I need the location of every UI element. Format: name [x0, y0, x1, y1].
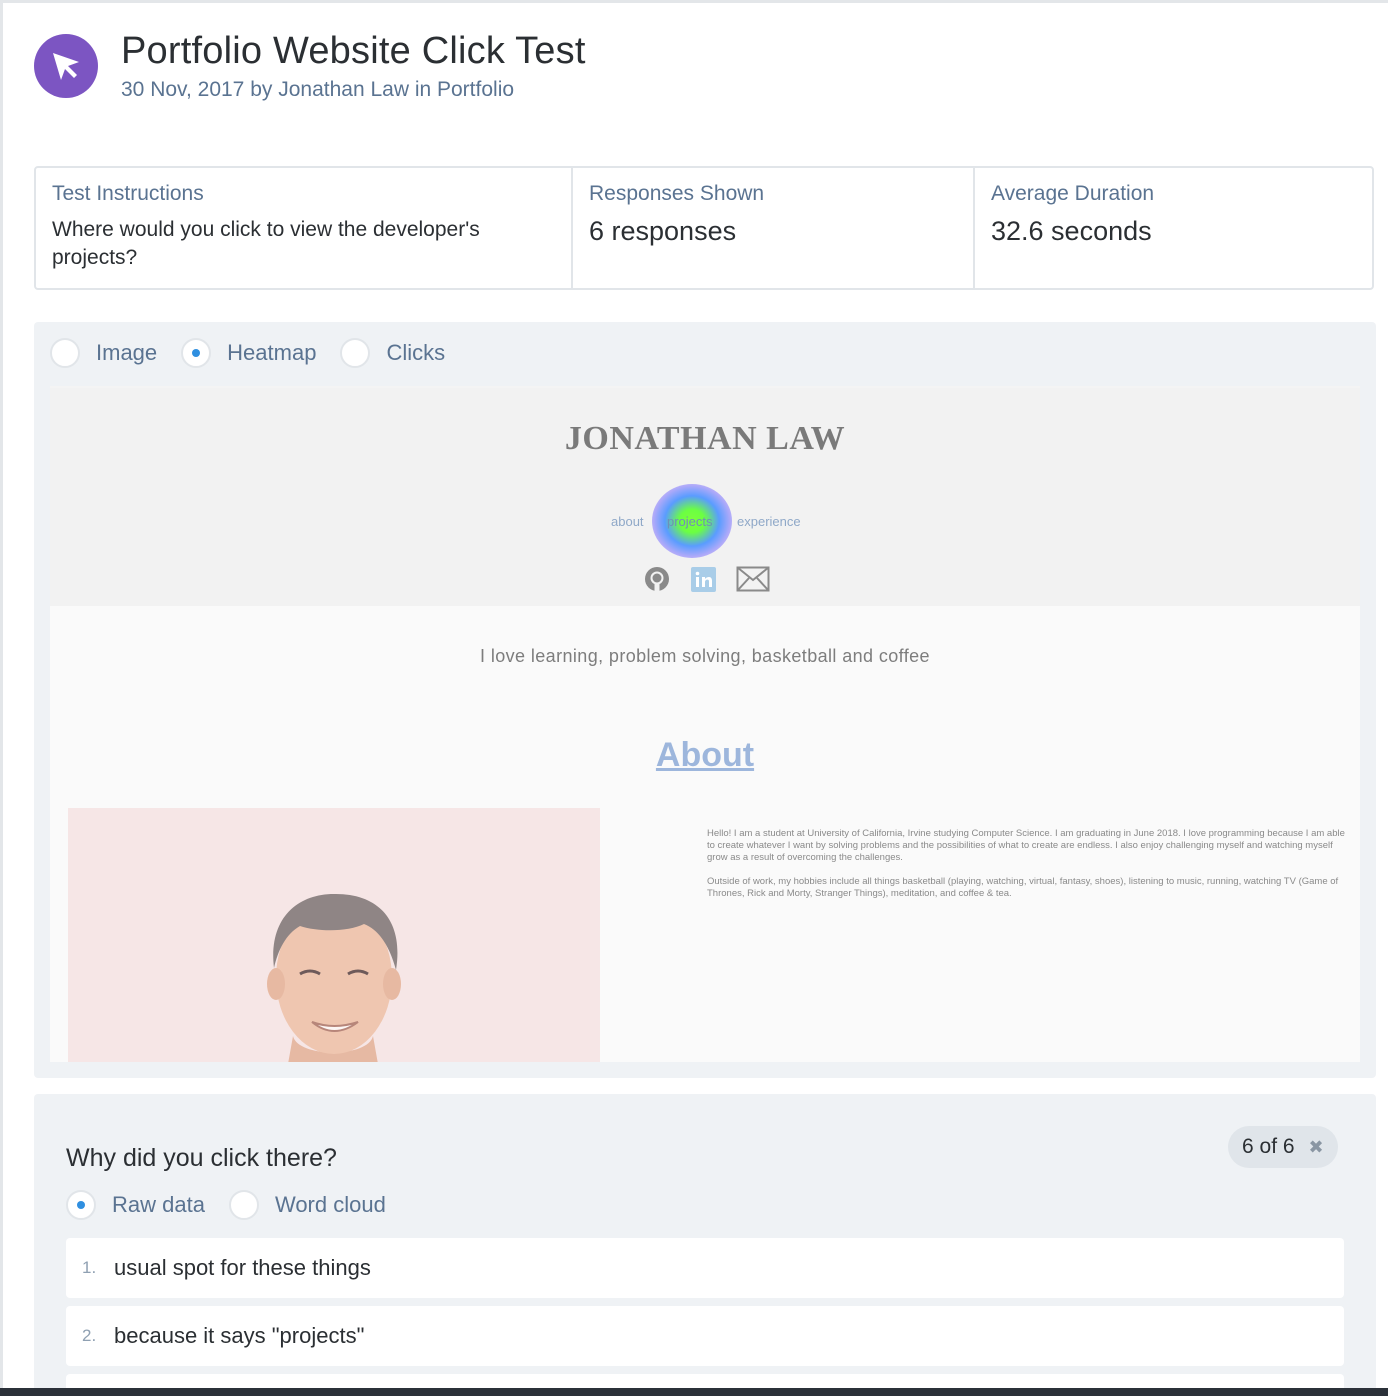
screenshot-bio-paragraph-2: Outside of work, my hobbies include all …	[707, 876, 1339, 899]
stat-instructions-label: Test Instructions	[52, 182, 204, 205]
question-title: Why did you click there?	[66, 1144, 337, 1172]
test-meta: 30 Nov, 2017 by Jonathan Law in Portfoli…	[121, 78, 515, 101]
word-cloud-radio[interactable]	[228, 1190, 259, 1220]
word-cloud-label[interactable]: Word cloud	[275, 1192, 386, 1218]
raw-data-radio[interactable]	[66, 1190, 96, 1220]
stat-responses-label: Responses Shown	[589, 182, 765, 205]
stat-duration-label: Average Duration	[991, 182, 1155, 205]
answer-view-options: Raw data Word cloud	[66, 1190, 410, 1220]
response-count-text: 6 of 6	[1242, 1135, 1295, 1158]
view-image-radio[interactable]	[50, 338, 80, 368]
view-heatmap-radio[interactable]	[181, 338, 212, 368]
screenshot-bio: Hello! I am a student at University of C…	[707, 828, 1347, 912]
stat-duration-value: 32.6 seconds	[991, 216, 1152, 246]
answer-number: 1.	[82, 1258, 97, 1277]
screenshot-nav-experience: experience	[737, 514, 801, 529]
answer-number: 2.	[82, 1326, 97, 1345]
stat-instructions-text: Where would you click to view the develo…	[52, 218, 480, 269]
screenshot-profile-photo	[68, 808, 600, 1062]
clear-filter-icon[interactable]: ✖	[1309, 1137, 1324, 1158]
stats-card: Test Instructions Where would you click …	[34, 166, 1374, 290]
raw-data-label[interactable]: Raw data	[112, 1192, 205, 1218]
answer-text: usual spot for these things	[114, 1255, 371, 1280]
stat-responses: Responses Shown 6 responses	[573, 168, 975, 288]
stat-duration: Average Duration 32.6 seconds	[975, 168, 1372, 288]
list-item: 2. because it says "projects"	[66, 1306, 1344, 1366]
screenshot-tagline: I love learning, problem solving, basket…	[480, 646, 930, 666]
bottom-bar	[0, 1388, 1388, 1396]
view-clicks-radio[interactable]	[340, 338, 371, 368]
view-image-label[interactable]: Image	[96, 340, 157, 366]
screenshot-about-heading: About	[655, 736, 755, 774]
view-mode-options: Image Heatmap Clicks	[50, 338, 469, 368]
screenshot-nav-about: about	[611, 514, 644, 529]
screenshot-bio-paragraph-1: Hello! I am a student at University of C…	[707, 828, 1345, 863]
list-item: 1. usual spot for these things	[66, 1238, 1344, 1298]
stat-responses-value: 6 responses	[589, 216, 737, 246]
linkedin-icon	[691, 564, 716, 594]
mail-icon	[736, 564, 770, 594]
response-count-badge: 6 of 6 ✖	[1228, 1126, 1338, 1168]
screenshot-site-name: JONATHAN LAW	[564, 420, 846, 457]
answer-text: because it says "projects"	[114, 1323, 365, 1348]
github-icon	[644, 564, 670, 594]
question-panel: Why did you click there? 6 of 6 ✖ Raw da…	[34, 1094, 1376, 1396]
screenshot-nav-projects: projects	[667, 514, 713, 529]
page-title: Portfolio Website Click Test	[121, 30, 586, 72]
test-screenshot: JONATHAN LAW about projects experience I…	[50, 386, 1360, 1062]
heatmap-panel: Image Heatmap Clicks JONATHAN LAW about …	[34, 322, 1376, 1078]
cursor-arrow-icon	[34, 34, 98, 98]
view-heatmap-label[interactable]: Heatmap	[227, 340, 316, 366]
view-clicks-label[interactable]: Clicks	[386, 340, 445, 366]
stat-instructions: Test Instructions Where would you click …	[36, 168, 573, 288]
